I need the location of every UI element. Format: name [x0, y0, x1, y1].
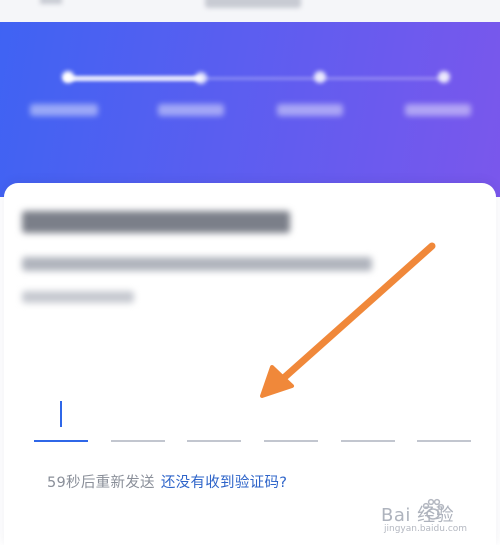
- step-dot-2: [195, 72, 207, 84]
- watermark-domain: jingyan.baidu.com: [384, 524, 468, 534]
- page-title: [205, 0, 301, 8]
- step-heading: [22, 211, 290, 233]
- nav-bar: [0, 0, 500, 23]
- step-description: [22, 257, 372, 271]
- code-cell-1[interactable]: [34, 440, 88, 442]
- progress-fill: [64, 76, 202, 81]
- back-icon[interactable]: [40, 0, 62, 4]
- step-dot-4: [438, 71, 450, 83]
- step-label-4: [405, 104, 471, 116]
- step-dot-3: [314, 71, 326, 83]
- step-label-3: [277, 104, 343, 116]
- code-cell-6[interactable]: [417, 440, 471, 442]
- code-cell-4[interactable]: [264, 440, 318, 442]
- input-caret: [60, 401, 62, 427]
- phone-number: [22, 291, 134, 303]
- verification-code-input[interactable]: [34, 440, 472, 442]
- no-code-help-link[interactable]: 还没有收到验证码?: [161, 475, 287, 491]
- code-cell-5[interactable]: [341, 440, 395, 442]
- code-cell-3[interactable]: [187, 440, 241, 442]
- step-label-2: [158, 104, 224, 116]
- resend-row: 59秒后重新发送 还没有收到验证码?: [47, 471, 287, 492]
- resend-countdown: 59秒后重新发送: [47, 475, 155, 491]
- code-cell-2[interactable]: [111, 440, 165, 442]
- baidu-jingyan-watermark: Bai 经验 jingyan.baidu.com: [370, 495, 500, 545]
- step-label-1: [30, 104, 98, 116]
- step-dot-1: [62, 71, 74, 83]
